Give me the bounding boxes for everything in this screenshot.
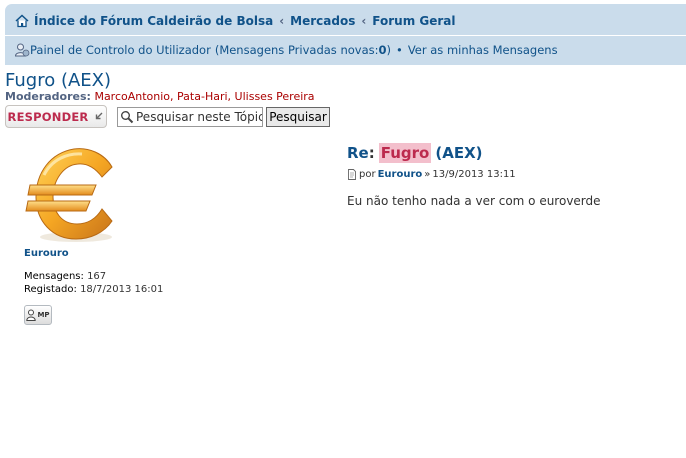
pm-text-before: (Mensagens Privadas novas: xyxy=(214,43,379,57)
subject-rest: (AEX) xyxy=(435,144,483,162)
moderator-link[interactable]: MarcoAntonio xyxy=(94,90,170,103)
breadcrumb: Índice do Fórum Caldeirão de Bolsa ‹ Mer… xyxy=(14,13,456,29)
moderator-link[interactable]: Ulisses Pereira xyxy=(235,90,315,103)
profile-registered: Registado: 18/7/2013 16:01 xyxy=(24,284,163,295)
user-pm-icon xyxy=(26,309,37,321)
breadcrumb-mercados[interactable]: Mercados xyxy=(290,14,355,28)
post-meta-author[interactable]: Eurouro xyxy=(378,169,423,180)
view-messages-link[interactable]: Ver as minhas Mensagens xyxy=(408,43,558,57)
pm-text-after: ) xyxy=(386,43,392,57)
post-meta: por Eurouro » 13/9/2013 13:11 xyxy=(347,168,516,180)
subject-highlight: Fugro xyxy=(378,143,432,163)
post-date: 13/9/2013 13:11 xyxy=(432,168,516,180)
moderator-comma: , xyxy=(227,90,232,103)
topic-title[interactable]: Fugro (AEX) xyxy=(5,70,111,91)
moderator-comma: , xyxy=(170,90,174,103)
reply-button-label: RESPONDER xyxy=(7,109,89,124)
post-date-arrow: » xyxy=(424,168,431,180)
send-pm-button[interactable]: MP xyxy=(24,305,52,325)
subject-prefix: Re: xyxy=(347,144,375,162)
registered-label: Registado: xyxy=(24,284,77,295)
breadcrumb-separator: ‹ xyxy=(279,14,285,28)
search-box[interactable] xyxy=(117,107,263,127)
home-icon[interactable] xyxy=(14,13,30,29)
moderators-line: Moderadores: MarcoAntonio, Pata-Hari, Ul… xyxy=(5,90,315,103)
post-subject[interactable]: Re: Fugro (AEX) xyxy=(347,142,483,164)
moderators-label: Moderadores: xyxy=(5,90,91,103)
moderator-link[interactable]: Pata-Hari xyxy=(177,90,228,103)
posts-value: 167 xyxy=(87,271,107,282)
post-by-label: por xyxy=(359,168,376,180)
navbar-divider xyxy=(5,35,686,36)
breadcrumb-forum-geral[interactable]: Forum Geral xyxy=(372,14,455,28)
post-content: Eu não tenho nada a ver com o euroverde xyxy=(347,194,601,208)
posts-label: Mensagens: xyxy=(24,271,84,282)
bullet-separator: • xyxy=(396,43,403,57)
breadcrumb-forum-index[interactable]: Índice do Fórum Caldeirão de Bolsa xyxy=(34,14,273,28)
post-author-name[interactable]: Eurouro xyxy=(24,248,69,259)
pm-button-label: MP xyxy=(37,311,50,319)
magnifier-icon xyxy=(120,110,134,124)
navbar: Índice do Fórum Caldeirão de Bolsa ‹ Mer… xyxy=(5,4,686,65)
profile-posts: Mensagens: 167 xyxy=(24,271,106,282)
search-input[interactable] xyxy=(136,110,262,124)
search-button[interactable]: Pesquisar xyxy=(266,107,330,127)
euro-avatar-image[interactable] xyxy=(24,145,120,245)
pm-count[interactable]: 0 xyxy=(379,43,387,57)
user-bar: Painel de Controlo do Utilizador (Mensag… xyxy=(14,42,558,58)
reply-button[interactable]: RESPONDER xyxy=(5,105,107,128)
reply-arrow-icon xyxy=(94,110,104,124)
registered-value: 18/7/2013 16:01 xyxy=(80,284,164,295)
post-file-icon[interactable] xyxy=(347,168,357,180)
ucp-link[interactable]: Painel de Controlo do Utilizador xyxy=(30,43,211,57)
user-control-panel-icon[interactable] xyxy=(14,42,30,58)
breadcrumb-separator: ‹ xyxy=(361,14,367,28)
